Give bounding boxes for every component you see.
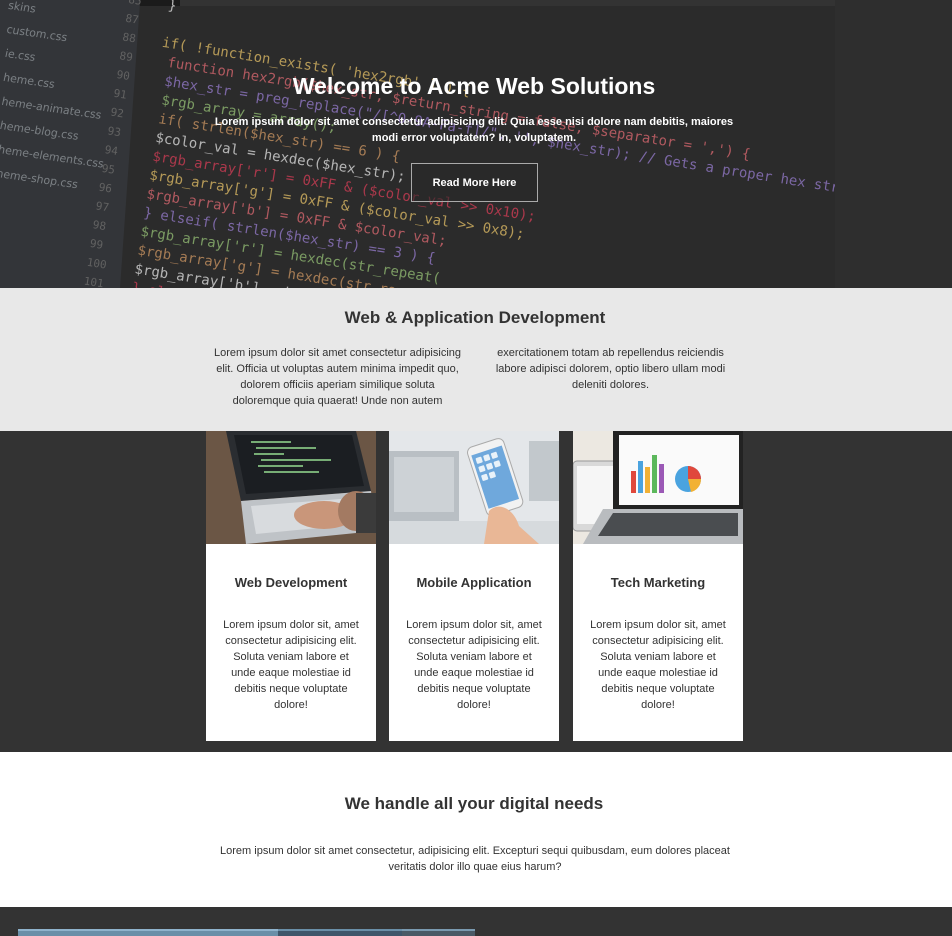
footer-image-strip xyxy=(18,929,278,936)
card-title: Mobile Application xyxy=(416,575,532,590)
service-card-tech-marketing[interactable]: Tech Marketing Lorem ipsum dolor sit, am… xyxy=(573,431,743,741)
read-more-button[interactable]: Read More Here xyxy=(411,163,538,202)
hero-title: Welcome to Acme Web Solutions xyxy=(292,73,656,99)
smartphone-image xyxy=(389,431,559,544)
services-section: Web Development Lorem ipsum dolor sit, a… xyxy=(0,431,952,752)
hero-section: skins custom.css ie.css heme.css heme-animat… xyxy=(0,0,952,288)
laptop-charts-image xyxy=(573,431,743,544)
laptop-coding-image xyxy=(206,431,376,544)
card-text: Lorem ipsum dolor sit, amet consectetur … xyxy=(406,619,542,711)
card-text: Lorem ipsum dolor sit, amet consectetur … xyxy=(223,619,359,711)
digital-text: Lorem ipsum dolor sit amet consectetur, … xyxy=(220,845,730,873)
development-section: Web & Application Development Lorem ipsu… xyxy=(0,288,952,431)
footer-image-strip xyxy=(402,929,475,936)
development-title: Web & Application Development xyxy=(344,308,606,327)
hero-description: Lorem ipsum dolor sit amet consectetur a… xyxy=(214,116,734,144)
card-text: Lorem ipsum dolor sit, amet consectetur … xyxy=(590,619,726,711)
footer-image-strip xyxy=(278,929,402,936)
service-card-mobile-application[interactable]: Mobile Application Lorem ipsum dolor sit… xyxy=(389,431,559,741)
digital-needs-section: We handle all your digital needs Lorem i… xyxy=(0,752,952,907)
development-text: Lorem ipsum dolor sit amet consectetur a… xyxy=(214,347,726,407)
digital-title: We handle all your digital needs xyxy=(344,794,604,813)
card-title: Tech Marketing xyxy=(610,575,706,590)
card-title: Web Development xyxy=(234,575,348,590)
footer-section xyxy=(0,907,952,936)
service-card-web-development[interactable]: Web Development Lorem ipsum dolor sit, a… xyxy=(206,431,376,741)
